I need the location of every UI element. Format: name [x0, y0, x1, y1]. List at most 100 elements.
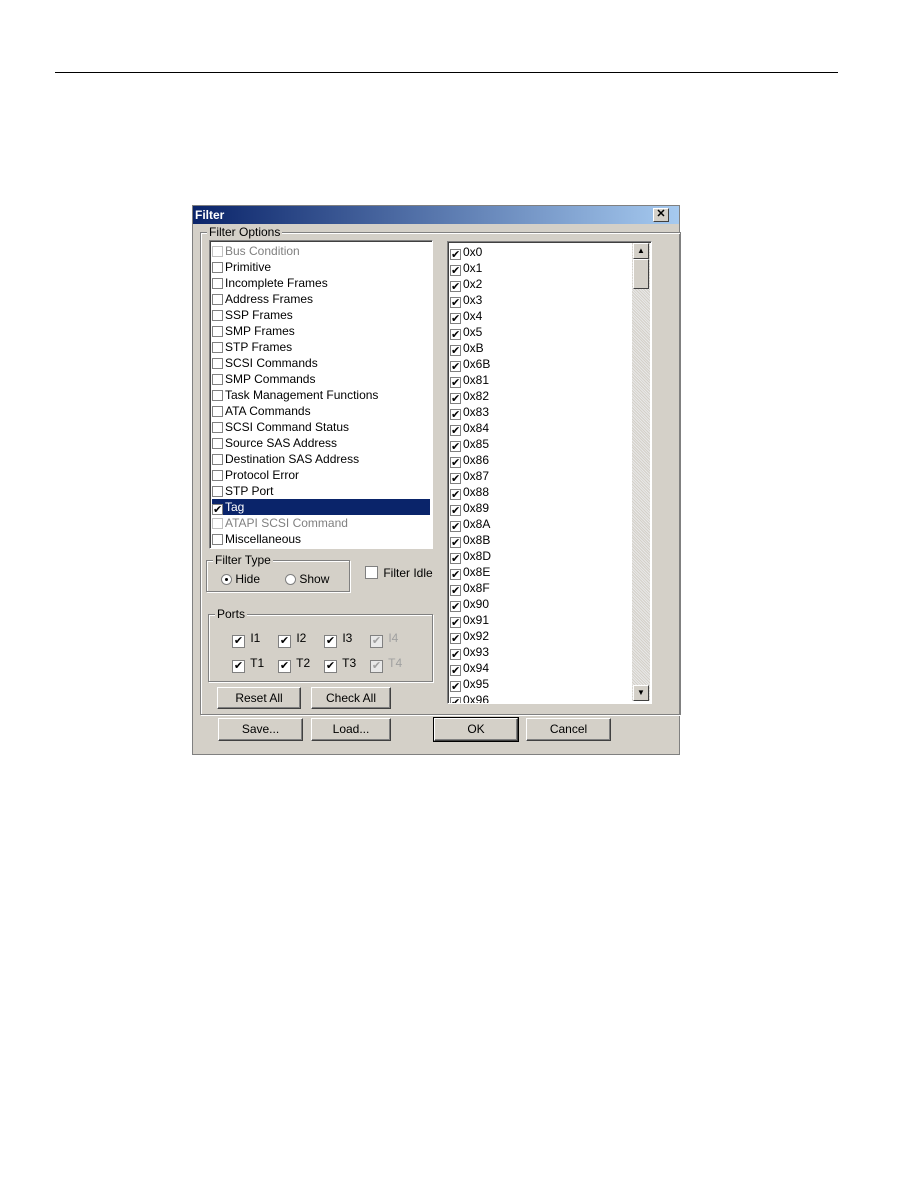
filter-option-item[interactable]: ATA Commands	[212, 403, 313, 419]
checkbox-checked-icon[interactable]: ✔	[450, 537, 461, 549]
filter-option-item[interactable]: Primitive	[212, 259, 273, 275]
filter-option-item[interactable]: Address Frames	[212, 291, 315, 307]
checkbox-checked-icon[interactable]: ✔	[450, 505, 461, 517]
checkbox-checked-icon[interactable]: ✔	[450, 521, 461, 533]
checkbox-checked-icon[interactable]: ✔	[450, 649, 461, 661]
filter-option-item[interactable]: SCSI Command Status	[212, 419, 351, 435]
checkbox-checked-icon[interactable]: ✔	[450, 633, 461, 645]
close-button[interactable]: ✕	[653, 208, 669, 222]
checkbox-icon[interactable]	[212, 326, 223, 337]
filter-option-item[interactable]: Destination SAS Address	[212, 451, 361, 467]
checkbox-checked-icon[interactable]: ✔	[450, 569, 461, 581]
tag-value-item[interactable]: ✔ 0x95	[450, 676, 491, 693]
checkbox-checked-icon[interactable]: ✔	[450, 617, 461, 629]
filter-option-item[interactable]: SMP Frames	[212, 323, 297, 339]
filter-option-item[interactable]: ✔ Tag	[212, 499, 430, 516]
checkbox-checked-icon[interactable]: ✔	[450, 329, 461, 341]
checkbox-icon[interactable]	[212, 310, 223, 321]
checkbox-checked-icon[interactable]: ✔	[450, 249, 461, 261]
checkbox-checked-icon[interactable]: ✔	[450, 441, 461, 453]
port-checkbox-i3[interactable]: ✔ I3	[324, 631, 352, 648]
checkbox-checked-icon[interactable]: ✔	[450, 377, 461, 389]
checkbox-icon[interactable]	[212, 246, 223, 257]
reset-all-button[interactable]: Reset All	[217, 687, 301, 709]
tag-value-item[interactable]: ✔ 0x93	[450, 644, 491, 661]
filter-idle-checkbox[interactable]: Filter Idle	[365, 566, 433, 580]
filter-option-item[interactable]: Task Management Functions	[212, 387, 380, 403]
tag-value-item[interactable]: ✔ 0x96	[450, 692, 491, 703]
filter-option-item[interactable]: SMP Commands	[212, 371, 317, 387]
checkbox-checked-icon[interactable]: ✔	[450, 409, 461, 421]
filter-option-item[interactable]: Incomplete Frames	[212, 275, 330, 291]
filter-option-item[interactable]: SCSI Commands	[212, 355, 320, 371]
cancel-button[interactable]: Cancel	[526, 718, 611, 741]
tag-value-item[interactable]: ✔ 0x8E	[450, 564, 492, 581]
tag-value-item[interactable]: ✔ 0x3	[450, 292, 484, 309]
port-checkbox-t3[interactable]: ✔ T3	[324, 656, 356, 673]
tag-values-list[interactable]: ▲ ▼ ✔ 0x0 ✔ 0x1 ✔ 0x2 ✔ 0x3 ✔ 0x4 ✔ 0x5 ✔ 0xB ✔ 0x6B ✔ 0x…	[447, 241, 652, 704]
filter-options-list[interactable]: Bus Condition Primitive Incomplete Frames A…	[209, 240, 433, 549]
checkbox-checked-icon[interactable]: ✔	[450, 313, 461, 325]
checkbox-icon[interactable]	[212, 486, 223, 497]
checkbox-checked-icon[interactable]: ✔	[450, 457, 461, 469]
tag-value-item[interactable]: ✔ 0x4	[450, 308, 484, 325]
save-button[interactable]: Save...	[218, 718, 303, 741]
checkbox-icon[interactable]	[212, 278, 223, 289]
filter-option-item[interactable]: ATAPI SCSI Command	[212, 515, 350, 531]
port-checkbox-t1[interactable]: ✔ T1	[232, 656, 264, 673]
port-checkbox-i2[interactable]: ✔ I2	[278, 631, 306, 648]
checkbox-checked-icon[interactable]: ✔	[450, 361, 461, 373]
filter-option-item[interactable]: Miscellaneous	[212, 531, 303, 547]
filter-option-item[interactable]: STP Port	[212, 483, 275, 499]
checkbox-icon[interactable]	[212, 422, 223, 433]
tag-value-item[interactable]: ✔ 0x8F	[450, 580, 492, 597]
checkbox-checked-icon[interactable]: ✔	[212, 504, 223, 516]
tag-value-item[interactable]: ✔ 0x1	[450, 260, 484, 277]
tag-value-item[interactable]: ✔ 0xB	[450, 340, 486, 357]
show-radio[interactable]: Show	[285, 572, 329, 586]
tag-value-item[interactable]: ✔ 0x92	[450, 628, 491, 645]
tag-value-item[interactable]: ✔ 0x8A	[450, 516, 492, 533]
checkbox-icon[interactable]	[212, 534, 223, 545]
checkbox-checked-icon[interactable]: ✔	[450, 297, 461, 309]
tag-value-item[interactable]: ✔ 0x8D	[450, 548, 493, 565]
tag-value-item[interactable]: ✔ 0x0	[450, 244, 484, 261]
check-all-button[interactable]: Check All	[311, 687, 391, 709]
filter-option-item[interactable]: Bus Condition	[212, 243, 302, 259]
checkbox-icon[interactable]	[212, 438, 223, 449]
checkbox-icon[interactable]	[212, 342, 223, 353]
tag-value-item[interactable]: ✔ 0x5	[450, 324, 484, 341]
tag-value-item[interactable]: ✔ 0x2	[450, 276, 484, 293]
checkbox-icon[interactable]	[212, 454, 223, 465]
checkbox-checked-icon[interactable]: ✔	[450, 489, 461, 501]
checkbox-checked-icon[interactable]: ✔	[450, 601, 461, 613]
tag-value-item[interactable]: ✔ 0x8B	[450, 532, 492, 549]
checkbox-icon[interactable]	[212, 262, 223, 273]
checkbox-checked-icon[interactable]: ✔	[450, 473, 461, 485]
tag-value-item[interactable]: ✔ 0x89	[450, 500, 491, 517]
hide-radio[interactable]: Hide	[221, 572, 260, 586]
checkbox-checked-icon[interactable]: ✔	[450, 697, 461, 703]
filter-option-item[interactable]: SSP Frames	[212, 307, 295, 323]
checkbox-icon[interactable]	[212, 358, 223, 369]
tag-value-item[interactable]: ✔ 0x87	[450, 468, 491, 485]
checkbox-checked-icon[interactable]: ✔	[450, 281, 461, 293]
port-checkbox-i1[interactable]: ✔ I1	[232, 631, 260, 648]
tag-value-item[interactable]: ✔ 0x85	[450, 436, 491, 453]
scroll-up-arrow-icon[interactable]: ▲	[633, 243, 649, 259]
tag-value-item[interactable]: ✔ 0x83	[450, 404, 491, 421]
tag-value-item[interactable]: ✔ 0x84	[450, 420, 491, 437]
scrollbar-thumb[interactable]	[633, 259, 649, 289]
tag-value-item[interactable]: ✔ 0x94	[450, 660, 491, 677]
checkbox-icon[interactable]	[212, 390, 223, 401]
tag-value-item[interactable]: ✔ 0x82	[450, 388, 491, 405]
tag-value-item[interactable]: ✔ 0x91	[450, 612, 491, 629]
checkbox-icon[interactable]	[212, 294, 223, 305]
checkbox-icon[interactable]	[212, 406, 223, 417]
checkbox-checked-icon[interactable]: ✔	[450, 345, 461, 357]
tag-value-item[interactable]: ✔ 0x88	[450, 484, 491, 501]
checkbox-icon[interactable]	[212, 470, 223, 481]
filter-option-item[interactable]: Source SAS Address	[212, 435, 339, 451]
checkbox-checked-icon[interactable]: ✔	[450, 393, 461, 405]
checkbox-icon[interactable]	[212, 374, 223, 385]
